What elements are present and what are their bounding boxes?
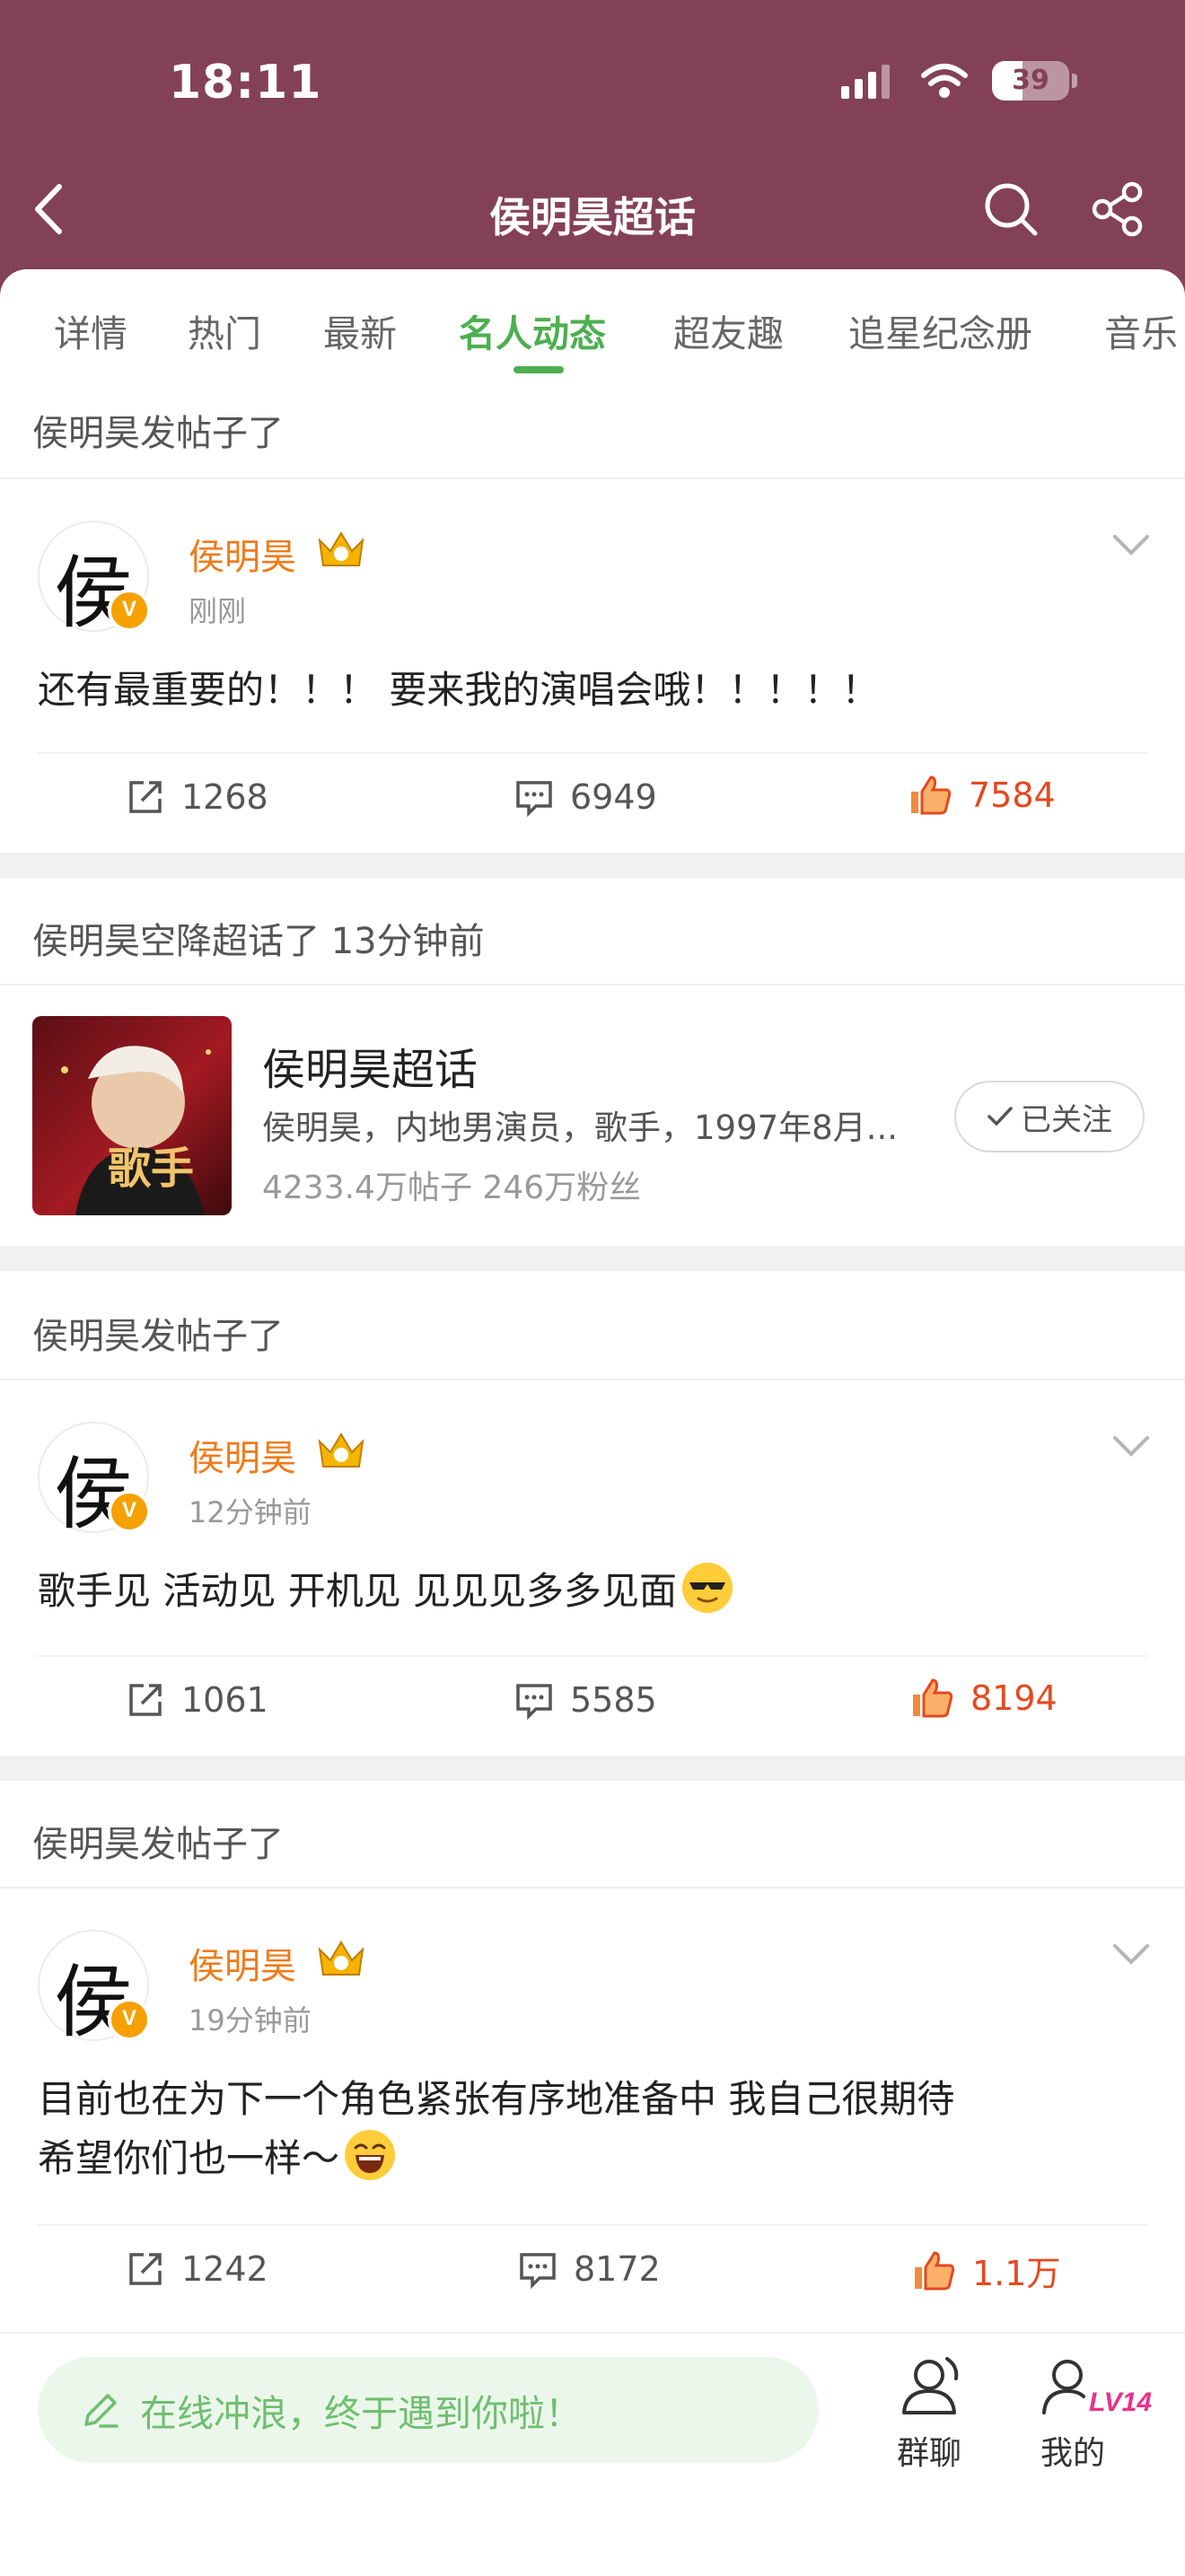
- battery-level: 39: [1012, 65, 1049, 96]
- supertopic-stats: 4233.4万帖子 246万粉丝: [262, 1170, 642, 1206]
- bottom-bar: 在线冲浪，终于遇到你啦！ 群聊 我的 LV14: [0, 2332, 1185, 2576]
- comment-button[interactable]: 5585: [514, 1680, 657, 1720]
- battery-icon: 39: [992, 61, 1069, 101]
- post-text-line: 希望你们也一样～: [38, 2129, 954, 2188]
- post-text[interactable]: 还有最重要的！！！ 要来我的演唱会哦！！！！！: [38, 661, 879, 720]
- avatar[interactable]: 侯 V: [38, 521, 151, 639]
- compose-input[interactable]: 在线冲浪，终于遇到你啦！: [38, 2357, 819, 2463]
- post-author-name[interactable]: 侯明昊: [189, 528, 296, 580]
- laughing-face-emoji: [345, 2130, 396, 2180]
- avatar[interactable]: 侯 V: [38, 1930, 151, 2048]
- tab-music[interactable]: 音乐: [1104, 303, 1178, 357]
- group-chat-icon: [902, 2357, 959, 2414]
- share-icon[interactable]: [1090, 181, 1146, 237]
- compose-placeholder: 在线冲浪，终于遇到你啦！: [140, 2392, 582, 2435]
- like-count: 1.1万: [972, 2254, 1061, 2293]
- post-source-label: 侯明昊发帖子了: [32, 413, 284, 454]
- post-time: 12分钟前: [189, 1495, 312, 1529]
- repost-button[interactable]: 1061: [126, 1680, 268, 1720]
- supertopic-cover-image[interactable]: 歌手: [32, 1016, 232, 1215]
- repost-icon: [129, 781, 162, 813]
- following-label: 已关注: [1021, 1101, 1112, 1138]
- topic-join-label: 侯明昊空降超话了 13分钟前: [32, 921, 485, 962]
- comment-count: 5585: [570, 1680, 657, 1720]
- like-button[interactable]: 8194: [909, 1677, 1058, 1720]
- post-author-name[interactable]: 侯明昊: [189, 1937, 296, 1989]
- comment-count: 8172: [574, 2249, 661, 2289]
- tab-bar: 详情 热门 最新 名人动态 超友趣 追星纪念册 音乐: [0, 269, 1185, 386]
- tab-fan-memorial-album[interactable]: 追星纪念册: [848, 303, 1032, 357]
- repost-count: 1268: [181, 777, 268, 817]
- repost-count: 1061: [181, 1680, 268, 1720]
- post-text[interactable]: 目前也在为下一个角色紧张有序地准备中 我自己很期待 希望你们也一样～: [38, 2070, 954, 2188]
- post-time: 刚刚: [189, 594, 247, 628]
- following-button[interactable]: 已关注: [954, 1081, 1145, 1152]
- tab-details[interactable]: 详情: [54, 303, 127, 357]
- status-time: 18:11: [169, 56, 322, 110]
- cover-title-text: 歌手: [108, 1143, 195, 1194]
- group-chat-button[interactable]: 群聊: [889, 2353, 970, 2474]
- comment-count: 6949: [570, 777, 657, 817]
- signal-icon: [841, 63, 890, 99]
- like-button[interactable]: 1.1万: [911, 2246, 1060, 2295]
- fan-level-crown-icon: [318, 531, 364, 566]
- thumbs-up-icon: [913, 1678, 953, 1718]
- level-badge: LV14: [1089, 2388, 1153, 2417]
- cool-face-emoji: [682, 1563, 733, 1613]
- post-text[interactable]: 歌手见 活动见 开机见 见见见多多见面: [38, 1562, 733, 1621]
- chevron-down-icon[interactable]: [1111, 1433, 1151, 1459]
- repost-count: 1242: [181, 2249, 268, 2289]
- supertopic-name[interactable]: 侯明昊超话: [262, 1034, 478, 1097]
- tab-hot[interactable]: 热门: [188, 303, 261, 357]
- comment-icon: [516, 1684, 552, 1720]
- tab-fan-fun[interactable]: 超友趣: [673, 303, 784, 357]
- thumbs-up-icon: [915, 2250, 955, 2290]
- pencil-icon: [84, 2394, 118, 2428]
- chevron-down-icon[interactable]: [1111, 1941, 1151, 1967]
- group-chat-label: 群聊: [896, 2435, 961, 2472]
- tab-celebrity-news[interactable]: 名人动态: [459, 303, 606, 357]
- header-bar: 18:11 39 侯明昊超话: [0, 0, 1185, 305]
- comment-icon: [520, 2253, 556, 2289]
- repost-button[interactable]: 1268: [126, 777, 268, 817]
- post-author-name[interactable]: 侯明昊: [189, 1429, 296, 1481]
- fan-level-crown-icon: [318, 1941, 364, 1976]
- search-icon[interactable]: [981, 180, 1040, 239]
- active-tab-indicator: [514, 366, 564, 373]
- fan-level-crown-icon: [318, 1433, 364, 1468]
- like-button[interactable]: 7584: [908, 774, 1056, 817]
- thumbs-up-icon: [911, 775, 952, 815]
- repost-icon: [129, 2253, 162, 2285]
- supertopic-description: 侯明昊，内地男演员，歌手，1997年8月...: [262, 1108, 898, 1147]
- verified-badge: V: [108, 589, 151, 632]
- like-count: 8194: [970, 1678, 1058, 1718]
- comment-button[interactable]: 6949: [514, 777, 657, 817]
- post-time: 19分钟前: [189, 2003, 312, 2037]
- tab-latest[interactable]: 最新: [323, 303, 397, 357]
- comment-button[interactable]: 8172: [518, 2249, 661, 2289]
- status-icons: 39: [841, 61, 1077, 101]
- post-text-line: 目前也在为下一个角色紧张有序地准备中 我自己很期待: [38, 2077, 955, 2121]
- verified-badge: V: [108, 1490, 151, 1533]
- comment-icon: [516, 781, 552, 817]
- repost-button[interactable]: 1242: [126, 2249, 268, 2289]
- checkmark-icon: [988, 1107, 1013, 1126]
- repost-icon: [129, 1684, 162, 1716]
- chevron-down-icon[interactable]: [1111, 531, 1151, 558]
- me-label: 我的: [1040, 2435, 1105, 2472]
- like-count: 7584: [969, 775, 1056, 815]
- wifi-icon: [921, 64, 968, 98]
- post-source-label: 侯明昊发帖子了: [32, 1316, 284, 1357]
- avatar[interactable]: 侯 V: [38, 1422, 151, 1540]
- verified-badge: V: [108, 1998, 151, 2041]
- post-source-label: 侯明昊发帖子了: [32, 1824, 284, 1865]
